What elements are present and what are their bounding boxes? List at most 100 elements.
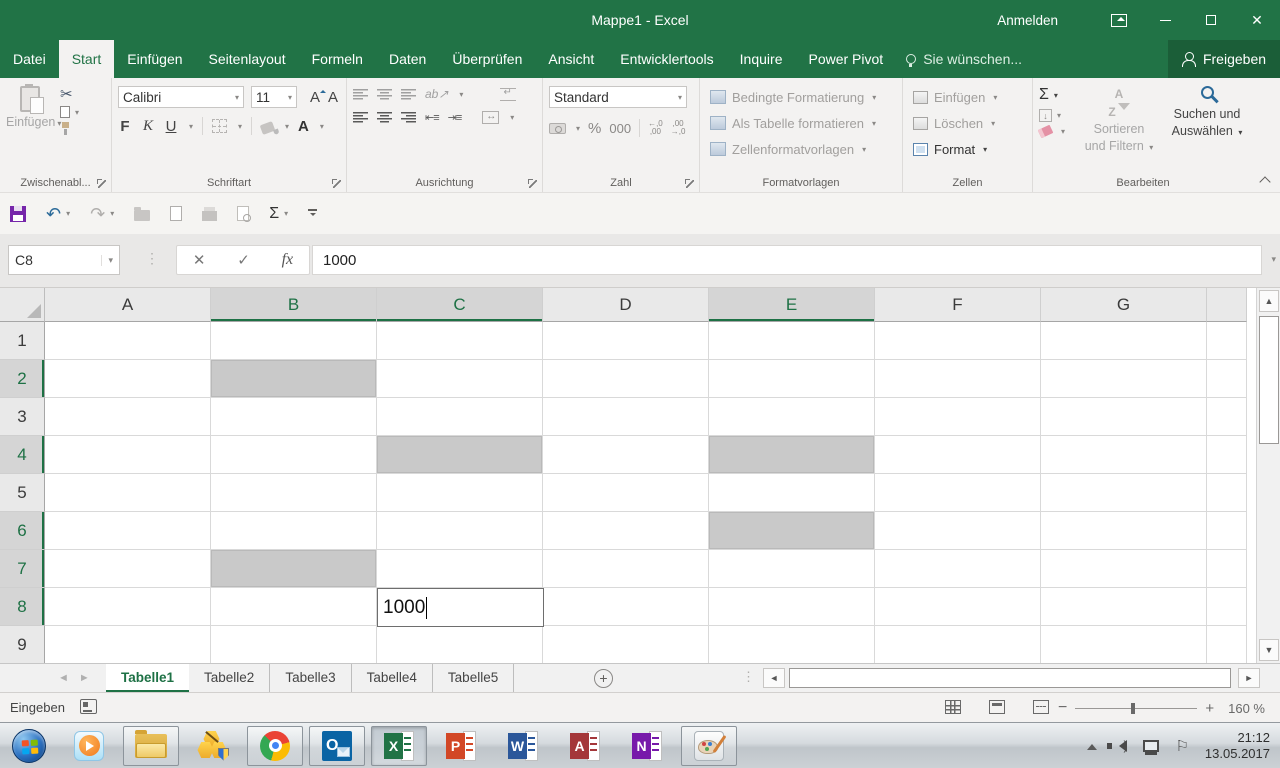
taskbar-chrome[interactable] (247, 726, 303, 766)
save-button[interactable] (10, 206, 26, 222)
cell-C2[interactable] (377, 360, 543, 398)
cell-F2[interactable] (875, 360, 1041, 398)
row-header-7[interactable]: 7 (0, 550, 45, 588)
name-box[interactable]: C8▾ (8, 245, 120, 275)
name-box-dropdown[interactable]: ▾ (101, 255, 113, 266)
cell-B2[interactable] (211, 360, 377, 398)
row-header-8[interactable]: 8 (0, 588, 45, 626)
cell-C3[interactable] (377, 398, 543, 436)
increase-decimal-button[interactable]: ←,0,00 (648, 120, 663, 136)
cell-G2[interactable] (1041, 360, 1207, 398)
cell-partial-9[interactable] (1207, 626, 1247, 663)
customize-qat-button[interactable] (308, 209, 317, 219)
cell-F7[interactable] (875, 550, 1041, 588)
column-header-C[interactable]: C (377, 288, 543, 322)
cell-F8[interactable] (875, 588, 1041, 626)
ribbon-display-options-button[interactable] (1096, 0, 1142, 40)
insert-function-button[interactable]: fx (282, 251, 294, 269)
sign-in-link[interactable]: Anmelden (997, 13, 1058, 28)
select-all-corner[interactable] (0, 288, 45, 322)
cell-A9[interactable] (45, 626, 211, 663)
taskbar-powerpoint[interactable]: P (430, 725, 492, 767)
fill-button[interactable]: ↓▾ (1039, 109, 1073, 122)
tab-ueberpruefen[interactable]: Überprüfen (439, 40, 535, 78)
cell-G4[interactable] (1041, 436, 1207, 474)
vertical-scrollbar[interactable]: ▲ ▼ (1256, 288, 1280, 663)
tab-daten[interactable]: Daten (376, 40, 439, 78)
decrease-font-size-button[interactable]: A (328, 89, 338, 106)
zoom-out-button[interactable]: − (1058, 699, 1067, 717)
row-header-1[interactable]: 1 (0, 322, 45, 360)
tab-formeln[interactable]: Formeln (299, 40, 376, 78)
number-dialog-launcher[interactable] (685, 179, 694, 188)
tray-expand-button[interactable] (1087, 739, 1097, 750)
cell-D8[interactable] (543, 588, 709, 626)
cell-partial-5[interactable] (1207, 474, 1247, 512)
cell-B3[interactable] (211, 398, 377, 436)
currency-format-button[interactable] (549, 123, 566, 134)
align-top-button[interactable] (353, 89, 368, 100)
page-break-view-button[interactable] (1033, 700, 1049, 714)
cell-E7[interactable] (709, 550, 875, 588)
close-button[interactable]: ✕ (1234, 0, 1280, 40)
taskbar-paint[interactable] (681, 726, 737, 766)
redo-button[interactable]: ↷▾ (90, 206, 114, 222)
cell-A3[interactable] (45, 398, 211, 436)
font-dialog-launcher[interactable] (332, 179, 341, 188)
cell-D4[interactable] (543, 436, 709, 474)
cell-B9[interactable] (211, 626, 377, 663)
column-header-F[interactable]: F (875, 288, 1041, 322)
column-header-A[interactable]: A (45, 288, 211, 322)
qat-autosum-button[interactable]: Σ▾ (269, 205, 288, 223)
cell-partial-8[interactable] (1207, 588, 1247, 626)
cell-partial-6[interactable] (1207, 512, 1247, 550)
tab-power-pivot[interactable]: Power Pivot (795, 40, 896, 78)
quick-print-button[interactable] (202, 207, 217, 221)
cell-B6[interactable] (211, 512, 377, 550)
cell-A7[interactable] (45, 550, 211, 588)
cell-A2[interactable] (45, 360, 211, 398)
clipboard-dialog-launcher[interactable] (97, 179, 106, 188)
expand-formula-bar-button[interactable]: ▾ (1271, 254, 1276, 265)
sort-filter-button[interactable]: AZ Sortieren und Filtern ▾ (1077, 84, 1161, 172)
zoom-slider[interactable] (1075, 708, 1197, 709)
copy-button[interactable]: ▾ (60, 106, 79, 118)
decrease-decimal-button[interactable]: ,00→,0 (671, 120, 686, 136)
formula-input[interactable]: 1000 (312, 245, 1262, 275)
scroll-up-button[interactable]: ▲ (1259, 290, 1279, 312)
sheet-tab-tabelle3[interactable]: Tabelle3 (270, 664, 351, 692)
taskbar-access[interactable]: A (554, 725, 616, 767)
cell-F5[interactable] (875, 474, 1041, 512)
clear-button[interactable]: ▾ (1039, 127, 1073, 136)
row-header-3[interactable]: 3 (0, 398, 45, 436)
sheet-tab-tabelle2[interactable]: Tabelle2 (189, 664, 270, 692)
cell-E6[interactable] (709, 512, 875, 550)
font-color-button[interactable]: A (298, 119, 309, 134)
cell-D7[interactable] (543, 550, 709, 588)
cell-B5[interactable] (211, 474, 377, 512)
tell-me-search[interactable]: Sie wünschen... (906, 40, 1022, 78)
column-header-E[interactable]: E (709, 288, 875, 322)
zoom-level[interactable]: 160 % (1228, 701, 1265, 716)
taskbar-excel[interactable]: X (371, 726, 427, 766)
macro-record-button[interactable] (80, 699, 97, 714)
horizontal-scroll-thumb[interactable] (789, 668, 1231, 688)
cut-button[interactable]: ✂ (60, 88, 79, 102)
cell-F4[interactable] (875, 436, 1041, 474)
align-center-button[interactable] (377, 112, 392, 123)
cell-G9[interactable] (1041, 626, 1207, 663)
percent-format-button[interactable]: % (588, 120, 601, 137)
tab-scroll-splitter[interactable]: ⋮ (742, 669, 755, 685)
row-header-6[interactable]: 6 (0, 512, 45, 550)
tab-seitenlayout[interactable]: Seitenlayout (196, 40, 299, 78)
network-icon[interactable] (1143, 740, 1159, 752)
row-header-2[interactable]: 2 (0, 360, 45, 398)
cell-A1[interactable] (45, 322, 211, 360)
hscroll-right-button[interactable]: ► (1238, 668, 1260, 688)
taskbar-explorer[interactable] (123, 726, 179, 766)
format-as-table-button[interactable]: Als Tabelle formatieren▾ (710, 110, 898, 136)
tab-inquire[interactable]: Inquire (727, 40, 796, 78)
fill-color-button[interactable] (260, 121, 276, 135)
taskbar-tools[interactable] (182, 725, 244, 767)
normal-view-button[interactable] (945, 700, 961, 714)
